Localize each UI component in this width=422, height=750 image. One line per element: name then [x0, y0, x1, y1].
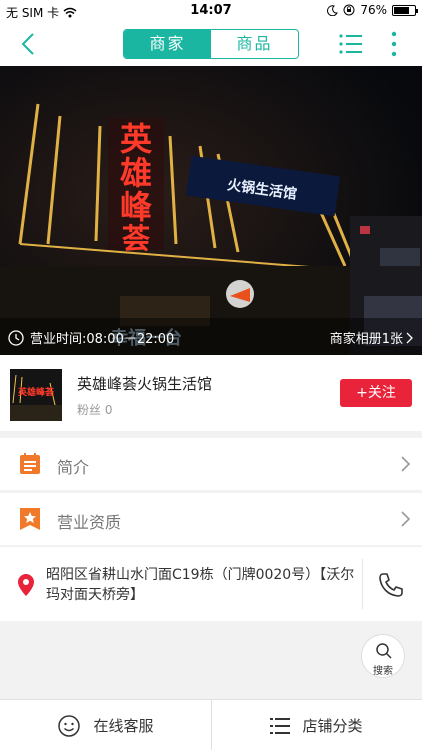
- tab-merchant[interactable]: 商家: [124, 30, 211, 58]
- nav-bar: 商家 商品: [0, 22, 422, 66]
- chevron-right-icon: [401, 456, 411, 472]
- search-icon: [376, 643, 392, 659]
- business-license-row[interactable]: 营业资质: [0, 493, 422, 545]
- phone-icon[interactable]: [377, 571, 405, 599]
- sign-char-3: 峰: [120, 188, 152, 226]
- address-row: 昭阳区省耕山水门面C19栋（门牌0020号）【沃尔玛对面天桥旁】: [0, 547, 422, 621]
- business-hours: 营业时间:08:00－22:00: [30, 332, 175, 347]
- online-service-label: 在线客服: [93, 717, 154, 735]
- album-label: 商家相册1张: [329, 332, 403, 347]
- store-thumbnail[interactable]: 英雄峰荟: [10, 369, 62, 421]
- storefront-photo: 英 雄 峰 荟 火锅生活馆 幸福一台: [0, 66, 422, 355]
- online-service-button[interactable]: 在线客服: [0, 700, 211, 750]
- category-list-icon: [270, 717, 291, 734]
- store-category-label: 店铺分类: [302, 717, 363, 735]
- store-name: 英雄峰荟火锅生活馆: [77, 375, 213, 393]
- search-label: 搜索: [373, 666, 393, 677]
- moon-icon: [327, 4, 339, 16]
- chevron-right-icon: [406, 332, 413, 343]
- store-category-button[interactable]: 店铺分类: [211, 700, 422, 750]
- fans-count: 粉丝 0: [77, 401, 112, 418]
- list-icon: [20, 453, 40, 474]
- divider: [362, 559, 363, 609]
- location-pin-icon: [18, 574, 34, 596]
- intro-row[interactable]: 简介: [0, 438, 422, 490]
- search-button[interactable]: 搜索: [361, 634, 405, 678]
- thumb-sign-text: 英雄峰荟: [17, 386, 55, 398]
- list-menu-icon[interactable]: [338, 32, 364, 56]
- hours-bar: 营业时间:08:00－22:00 商家相册1张: [0, 318, 422, 355]
- clock-icon: [8, 329, 24, 346]
- orientation-lock-icon: [343, 4, 355, 16]
- status-bar: 无 SIM 卡 14:07 76%: [0, 0, 422, 22]
- more-options-icon[interactable]: [384, 30, 404, 58]
- store-photo-banner[interactable]: 英 雄 峰 荟 火锅生活馆 幸福一台: [0, 66, 422, 355]
- address-text[interactable]: 昭阳区省耕山水门面C19栋（门牌0020号）【沃尔玛对面天桥旁】: [46, 565, 358, 605]
- business-license-label: 营业资质: [57, 513, 122, 532]
- follow-button[interactable]: +关注: [340, 379, 412, 407]
- store-card: 英雄峰荟 英雄峰荟火锅生活馆 粉丝 0 +关注: [0, 355, 422, 431]
- star-badge-icon: [20, 508, 40, 530]
- segmented-control: 商家 商品: [123, 29, 299, 59]
- back-arrow-icon: [21, 33, 34, 55]
- bottom-bar: 在线客服 店铺分类: [0, 699, 422, 750]
- chevron-right-icon: [401, 511, 411, 527]
- back-button[interactable]: [14, 28, 42, 60]
- sign-char-2: 雄: [120, 154, 152, 192]
- battery-percent: 76%: [360, 3, 387, 17]
- sign-char-4: 荟: [122, 222, 150, 255]
- fans-label: 粉丝: [77, 403, 102, 417]
- sign-char-1: 英: [120, 120, 153, 158]
- smiley-icon: [58, 714, 81, 737]
- battery-icon: [392, 4, 418, 16]
- fans-value: 0: [104, 403, 113, 417]
- album-link[interactable]: 商家相册1张: [330, 328, 414, 347]
- intro-label: 简介: [57, 458, 90, 477]
- tab-products[interactable]: 商品: [211, 30, 298, 58]
